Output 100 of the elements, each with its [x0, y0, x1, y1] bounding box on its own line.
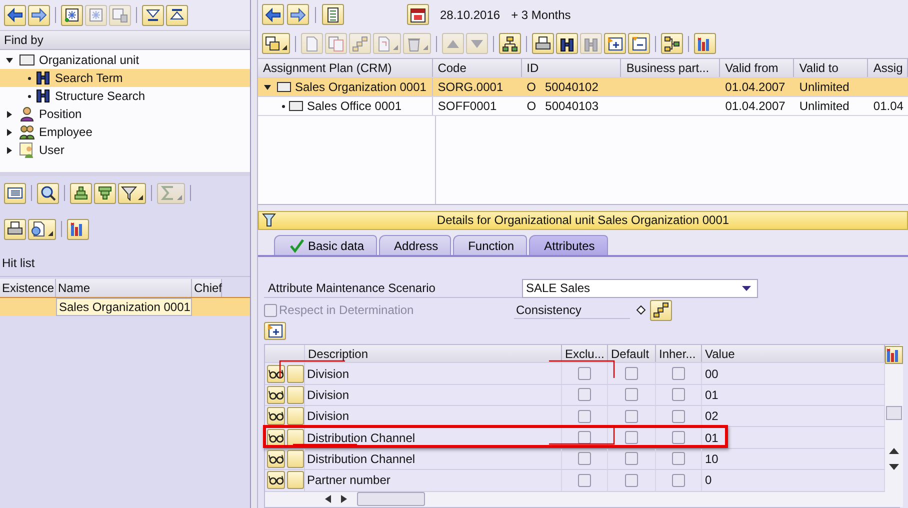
expanded-arrow-icon[interactable] [264, 84, 271, 90]
tree-item[interactable]: Employee [39, 125, 92, 139]
scenario-dropdown[interactable]: SALE Sales [522, 278, 758, 298]
row-selector[interactable] [286, 428, 304, 447]
expanded-arrow-icon[interactable] [6, 56, 13, 64]
tree-item[interactable]: Search Term [0, 69, 250, 87]
checkbox[interactable] [578, 388, 591, 402]
expand-button[interactable] [166, 4, 188, 26]
diamond-icon [636, 305, 646, 315]
tree-button[interactable] [661, 33, 683, 54]
details-button[interactable] [266, 428, 284, 447]
forward-button[interactable] [28, 4, 50, 26]
find-button[interactable] [37, 182, 59, 204]
tab[interactable]: Basic data [274, 235, 378, 255]
checkbox[interactable] [672, 410, 685, 423]
checkbox[interactable] [625, 388, 638, 402]
scroll-up-icon[interactable] [889, 448, 899, 454]
tree-item[interactable]: User [39, 143, 64, 157]
column-header[interactable]: Assig [868, 59, 908, 77]
tab[interactable]: Attributes [529, 235, 608, 255]
column-header[interactable]: Existence [0, 279, 56, 297]
horizontal-scrollbar[interactable] [265, 492, 885, 507]
filter-button[interactable] [118, 182, 146, 204]
new-button[interactable] [61, 4, 83, 26]
tab[interactable]: Address [379, 235, 452, 255]
insert-button[interactable] [604, 33, 626, 54]
scroll-thumb[interactable] [886, 406, 902, 420]
row-selector[interactable] [286, 407, 304, 426]
checkbox[interactable] [578, 431, 591, 444]
column-header[interactable]: Inher... [656, 345, 702, 362]
collapse-button[interactable] [142, 4, 164, 26]
checkbox[interactable] [578, 474, 591, 487]
binoculars-button[interactable] [556, 33, 578, 54]
details-button[interactable] [266, 364, 284, 383]
tree-item[interactable]: Position [39, 107, 82, 121]
sort-desc-button[interactable] [94, 182, 116, 204]
column-header[interactable]: Assignment Plan (CRM) [258, 59, 433, 77]
tree-item[interactable]: Organizational unit [39, 53, 140, 67]
collapsed-arrow-icon[interactable] [6, 128, 13, 136]
checkbox[interactable] [672, 388, 685, 402]
column-header[interactable]: Default [608, 345, 656, 362]
column-header[interactable]: Valid to [794, 59, 868, 77]
bullet-icon [282, 104, 285, 108]
tab[interactable]: Function [453, 235, 528, 255]
column-header[interactable]: Chief [192, 279, 222, 297]
layout-button[interactable] [4, 182, 26, 204]
scroll-left-icon[interactable] [325, 495, 331, 504]
checkbox[interactable] [578, 367, 591, 380]
scroll-down-icon[interactable] [889, 464, 899, 470]
calendar-button[interactable] [407, 4, 429, 25]
column-header[interactable]: Description [305, 345, 562, 362]
checkbox[interactable] [672, 367, 685, 380]
check-button[interactable] [650, 300, 672, 320]
hierarchy-button[interactable] [499, 33, 521, 54]
vertical-scrollbar[interactable] [885, 345, 903, 507]
column-header[interactable]: Business part... [621, 59, 720, 77]
bullet-icon [28, 76, 31, 80]
export-button[interactable] [28, 218, 56, 240]
details-button[interactable] [266, 471, 284, 490]
column-header[interactable]: ID [522, 59, 622, 77]
details-button[interactable] [266, 450, 284, 468]
table-row[interactable]: Sales Organization 0001 SORG.0001 O 50040102 01.04.2007 Unlimited [258, 78, 908, 97]
back-button[interactable] [4, 4, 26, 26]
checkbox[interactable] [672, 452, 685, 466]
checkbox[interactable] [578, 452, 591, 466]
column-header[interactable]: Name [56, 279, 192, 297]
table-cell: Partner number [305, 470, 562, 490]
back-button[interactable] [262, 4, 284, 25]
checkbox[interactable] [578, 410, 591, 423]
details-button[interactable] [266, 407, 284, 426]
printer-icon [7, 221, 23, 237]
collapsed-arrow-icon[interactable] [6, 146, 13, 154]
checkbox[interactable] [672, 431, 685, 444]
checkbox[interactable] [625, 367, 638, 380]
list-button[interactable] [322, 4, 344, 25]
column-settings-button[interactable] [885, 346, 903, 364]
column-header[interactable]: Exclu... [562, 345, 608, 362]
remove-button[interactable] [628, 33, 650, 54]
print-button[interactable] [4, 218, 26, 240]
table-row[interactable]: Sales Office 0001 SOFF0001 O 50040103 01.04.2007 Unlimited 01.04 [258, 97, 908, 116]
columns-button[interactable] [67, 218, 89, 240]
print-button[interactable] [532, 33, 554, 54]
scroll-right-icon[interactable] [341, 495, 347, 504]
checkbox[interactable] [625, 474, 638, 487]
checkbox[interactable] [625, 452, 638, 466]
hierarchy-menu-button[interactable] [262, 33, 290, 54]
columns-button[interactable] [694, 33, 716, 54]
collapsed-arrow-icon[interactable] [6, 110, 13, 118]
column-header[interactable]: Code [432, 59, 522, 77]
insert-button[interactable] [264, 322, 286, 340]
checkbox[interactable] [672, 474, 685, 487]
table-row[interactable]: Sales Organization 0001 [0, 297, 250, 316]
sort-asc-button[interactable] [70, 182, 92, 204]
checkbox[interactable] [625, 431, 638, 444]
details-button[interactable] [266, 386, 284, 404]
checkbox[interactable] [625, 410, 638, 423]
column-header[interactable]: Valid from [720, 59, 794, 77]
tree-item[interactable]: Structure Search [0, 87, 250, 105]
forward-button[interactable] [287, 4, 309, 25]
scroll-thumb[interactable] [357, 492, 425, 506]
